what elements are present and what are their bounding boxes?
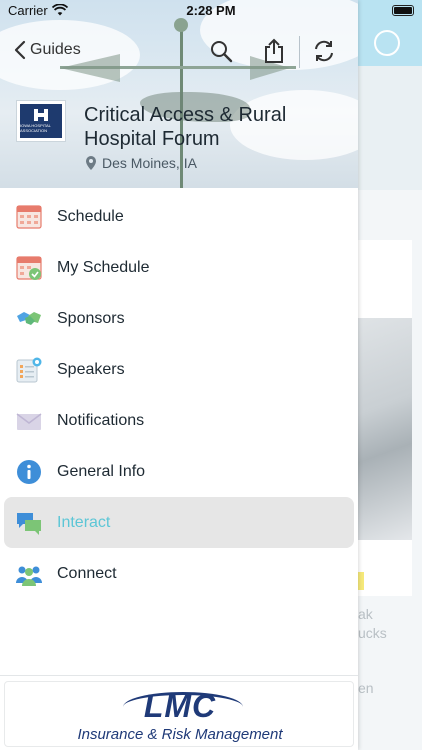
- refresh-icon[interactable]: [311, 38, 337, 64]
- menu-item-interact[interactable]: Interact: [4, 497, 354, 548]
- status-time: 2:28 PM: [186, 3, 236, 18]
- calendar-icon: [16, 204, 42, 230]
- menu-item-my-schedule[interactable]: My Schedule: [0, 242, 358, 293]
- event-logo: IOWA HOSPITAL ASSOCIATION: [16, 100, 66, 142]
- menu-item-general-info[interactable]: General Info: [0, 446, 358, 497]
- menu-item-connect[interactable]: Connect: [0, 548, 358, 599]
- location-pin-icon: [86, 156, 96, 170]
- event-header-image: Guides IOWA HOSPITAL ASSOCIATION Critica…: [0, 0, 358, 188]
- background-header-panel: [358, 66, 422, 190]
- event-title: Critical Access & Rural Hospital Forum: [84, 104, 287, 150]
- envelope-icon: [16, 408, 42, 434]
- menu-item-label: My Schedule: [57, 258, 150, 276]
- battery-icon: [392, 5, 414, 16]
- calendar-check-icon: [16, 255, 42, 281]
- menu-item-notifications[interactable]: Notifications: [0, 395, 358, 446]
- search-icon[interactable]: [208, 38, 234, 64]
- handshake-icon: [16, 306, 42, 332]
- menu-item-label: General Info: [57, 462, 146, 480]
- sponsor-tagline: Insurance & Risk Management: [77, 726, 283, 743]
- menu-item-schedule[interactable]: Schedule: [0, 191, 358, 242]
- menu-item-label: Speakers: [57, 360, 125, 378]
- background-text-fragment: en: [358, 680, 374, 696]
- drawer-nav-bar: Guides: [0, 26, 358, 76]
- background-text-fragment: ak: [358, 606, 373, 622]
- share-icon[interactable]: [261, 38, 287, 64]
- sponsor-logo: LMC: [143, 688, 217, 724]
- background-card-image: [358, 318, 412, 540]
- menu-item-label: Schedule: [57, 207, 124, 225]
- nav-divider: [299, 36, 300, 68]
- menu-item-sponsors[interactable]: Sponsors: [0, 293, 358, 344]
- back-label: Guides: [30, 41, 81, 58]
- background-highlight: [358, 572, 364, 590]
- info-icon: [16, 459, 42, 485]
- drawer-menu: Schedule My Schedule Sponsors Speakers N…: [0, 191, 358, 599]
- side-drawer: Guides IOWA HOSPITAL ASSOCIATION Critica…: [0, 0, 358, 750]
- menu-item-label: Interact: [57, 513, 111, 531]
- sponsor-banner[interactable]: LMC Insurance & Risk Management: [4, 681, 354, 747]
- menu-item-speakers[interactable]: Speakers: [0, 344, 358, 395]
- user-profile-icon[interactable]: [374, 30, 400, 56]
- speaker-list-icon: [16, 357, 42, 383]
- back-button[interactable]: Guides: [14, 40, 81, 60]
- menu-item-label: Notifications: [57, 411, 145, 429]
- people-icon: [16, 561, 42, 587]
- background-text-fragment: ucks: [358, 625, 387, 641]
- chat-bubbles-icon: [16, 510, 42, 536]
- event-logo-text: IOWA HOSPITAL ASSOCIATION: [20, 123, 51, 133]
- menu-item-label: Connect: [57, 564, 117, 582]
- status-bar: Carrier 2:28 PM: [0, 0, 422, 22]
- menu-item-label: Sponsors: [57, 309, 125, 327]
- event-location: Des Moines, IA: [86, 155, 197, 171]
- event-location-label: Des Moines, IA: [102, 155, 197, 171]
- chevron-left-icon: [14, 40, 26, 60]
